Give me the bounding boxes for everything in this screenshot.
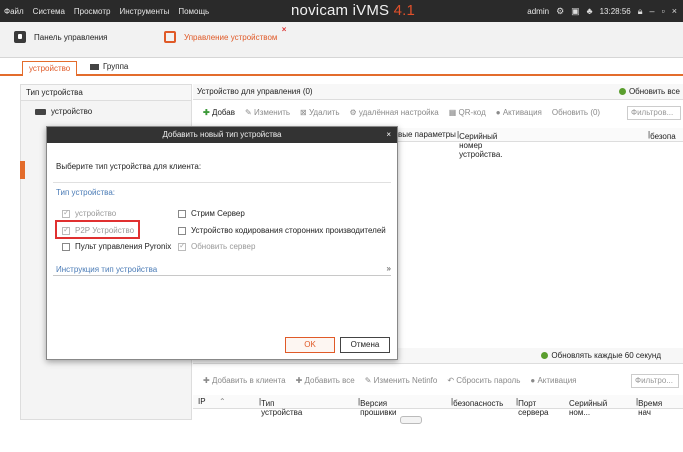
option-update-server[interactable]: Обновить сервер bbox=[178, 241, 256, 251]
option-device-label: устройство bbox=[75, 209, 117, 218]
checkbox-pyronix[interactable] bbox=[62, 242, 70, 251]
cancel-button[interactable]: Отмена bbox=[340, 337, 390, 353]
dialog-title-bar: Добавить новый тип устройства × bbox=[47, 127, 397, 143]
instructions-divider bbox=[53, 275, 391, 276]
dialog-close-icon[interactable]: × bbox=[386, 127, 391, 143]
checkbox-update-server[interactable] bbox=[178, 241, 186, 251]
add-device-type-dialog: Добавить новый тип устройства × Выберите… bbox=[46, 126, 398, 360]
p2p-highlight-annotation bbox=[55, 220, 140, 239]
option-pyronix[interactable]: Пульт управления Pyronix bbox=[62, 242, 171, 251]
chevron-down-icon[interactable]: » bbox=[387, 264, 391, 273]
option-third-party-encoder[interactable]: Устройство кодирования сторонних произво… bbox=[178, 226, 386, 235]
dialog-title: Добавить новый тип устройства bbox=[162, 130, 282, 139]
checkbox-stream-server[interactable] bbox=[178, 209, 186, 218]
checkbox-device[interactable] bbox=[62, 208, 70, 218]
device-types-label: Тип устройства: bbox=[56, 188, 115, 197]
option-pyronix-label: Пульт управления Pyronix bbox=[75, 242, 172, 251]
divider bbox=[53, 182, 391, 183]
dialog-prompt: Выберите тип устройства для клиента: bbox=[56, 162, 202, 171]
option-stream-server-label: Стрим Сервер bbox=[191, 209, 245, 218]
ok-button[interactable]: OK bbox=[285, 337, 335, 353]
instructions-link[interactable]: Инструкция тип устройства bbox=[56, 265, 157, 274]
modal-overlay: Добавить новый тип устройства × Выберите… bbox=[0, 0, 683, 452]
option-update-server-label: Обновить сервер bbox=[191, 242, 256, 251]
option-device[interactable]: устройство bbox=[62, 208, 117, 218]
option-stream-server[interactable]: Стрим Сервер bbox=[178, 209, 245, 218]
checkbox-third-party-encoder[interactable] bbox=[178, 226, 186, 235]
option-third-party-encoder-label: Устройство кодирования сторонних произво… bbox=[191, 226, 386, 235]
